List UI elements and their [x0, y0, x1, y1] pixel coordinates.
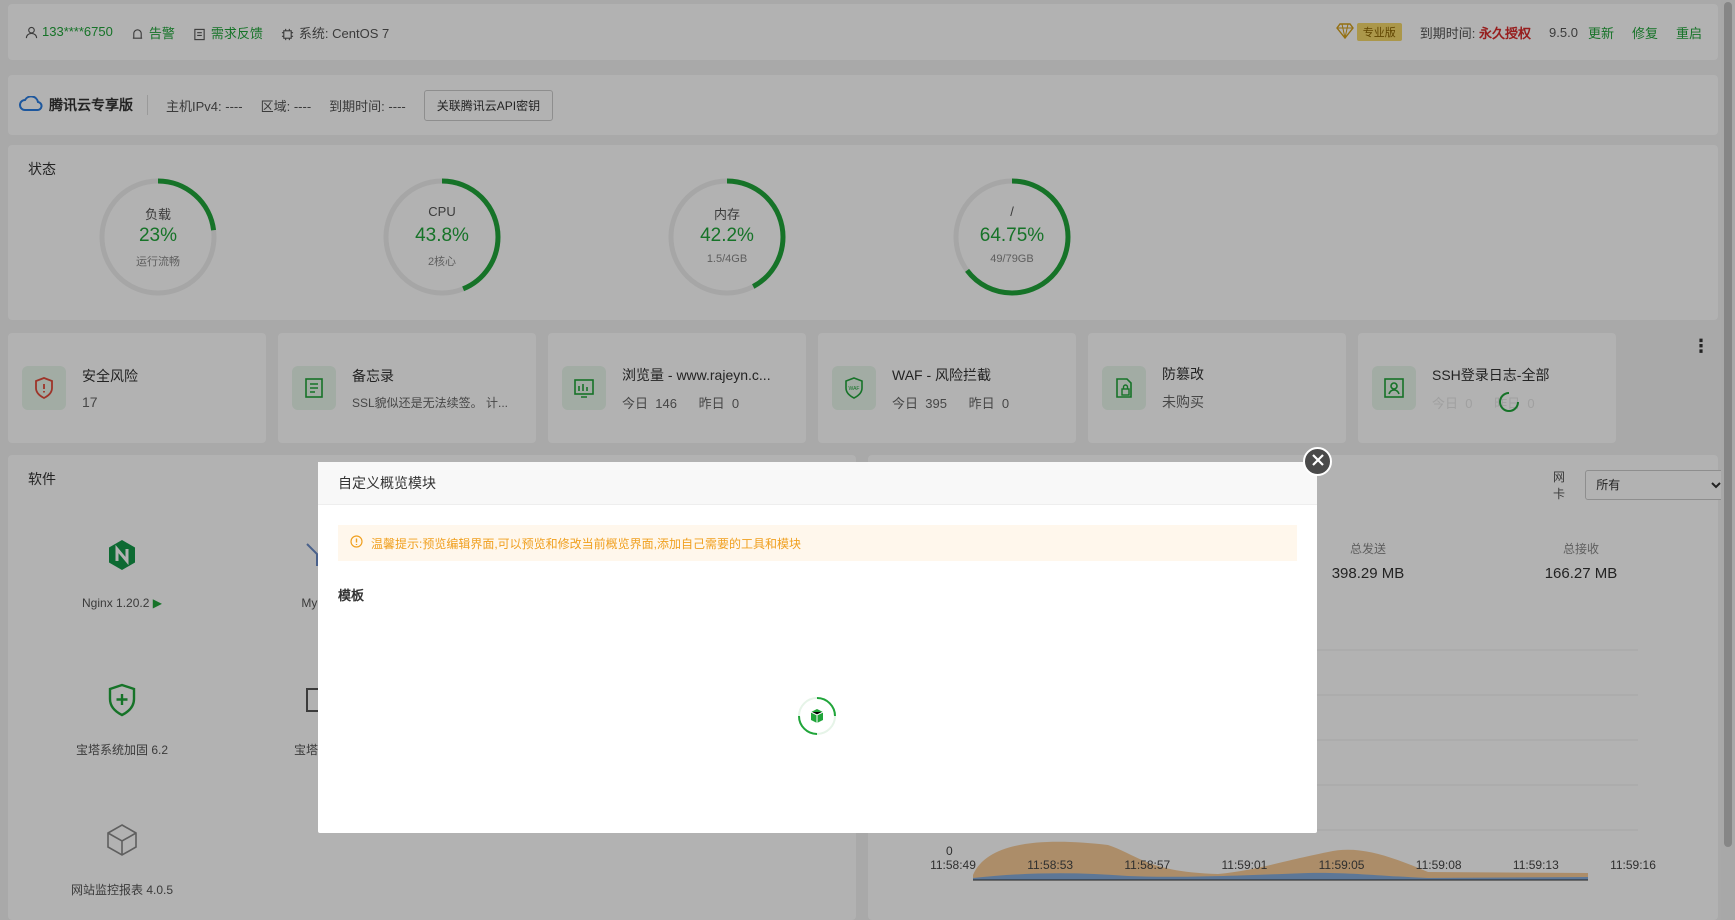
- loading-spinner-icon: [796, 695, 838, 737]
- modal-title: 自定义概览模块: [318, 462, 1317, 505]
- template-section-title: 模板: [338, 588, 365, 603]
- modal-close-button[interactable]: [1303, 447, 1332, 476]
- modal-tip-text: 温馨提示:预览编辑界面,可以预览和修改当前概览界面,添加自己需要的工具和模块: [371, 536, 802, 551]
- customize-overview-modal: 自定义概览模块 温馨提示:预览编辑界面,可以预览和修改当前概览界面,添加自己需要…: [318, 462, 1317, 833]
- info-icon: [350, 535, 363, 551]
- close-icon: [1311, 453, 1325, 470]
- modal-tip: 温馨提示:预览编辑界面,可以预览和修改当前概览界面,添加自己需要的工具和模块: [338, 525, 1297, 561]
